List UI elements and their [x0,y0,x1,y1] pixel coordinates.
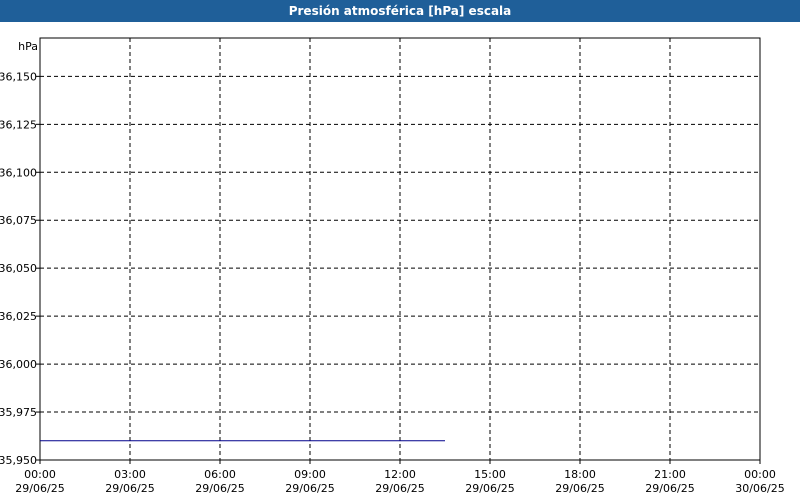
y-tick-label: 935,975 [0,406,37,419]
y-axis-label: hPa [18,40,38,53]
x-tick-time-label: 18:00 [564,468,596,481]
x-tick-time-label: 03:00 [114,468,146,481]
x-tick-date-label: 29/06/25 [105,482,154,495]
x-tick-date-label: 29/06/25 [15,482,64,495]
x-tick-time-label: 00:00 [24,468,56,481]
x-tick-time-label: 09:00 [294,468,326,481]
x-tick-date-label: 29/06/25 [375,482,424,495]
y-tick-label: 935,950 [0,454,37,467]
y-tick-label: 936,125 [0,118,37,131]
x-tick-date-label: 30/06/25 [735,482,784,495]
y-tick-label: 936,100 [0,166,37,179]
y-tick-label: 936,050 [0,262,37,275]
x-tick-date-label: 29/06/25 [645,482,694,495]
x-tick-time-label: 12:00 [384,468,416,481]
x-tick-date-label: 29/06/25 [285,482,334,495]
x-tick-date-label: 29/06/25 [465,482,514,495]
y-tick-label: 936,000 [0,358,37,371]
x-tick-time-label: 00:00 [744,468,776,481]
x-tick-date-label: 29/06/25 [555,482,604,495]
x-tick-date-label: 29/06/25 [195,482,244,495]
y-tick-label: 936,150 [0,70,37,83]
chart-title: Presión atmosférica [hPa] escala [0,0,800,22]
x-tick-time-label: 06:00 [204,468,236,481]
y-tick-label: 936,025 [0,310,37,323]
pressure-chart: 935,950 935,975 936,000 936,025 936,050 936,0… [0,37,785,495]
x-tick-time-label: 15:00 [474,468,506,481]
x-tick-time-label: 21:00 [654,468,686,481]
y-tick-label: 936,075 [0,214,37,227]
